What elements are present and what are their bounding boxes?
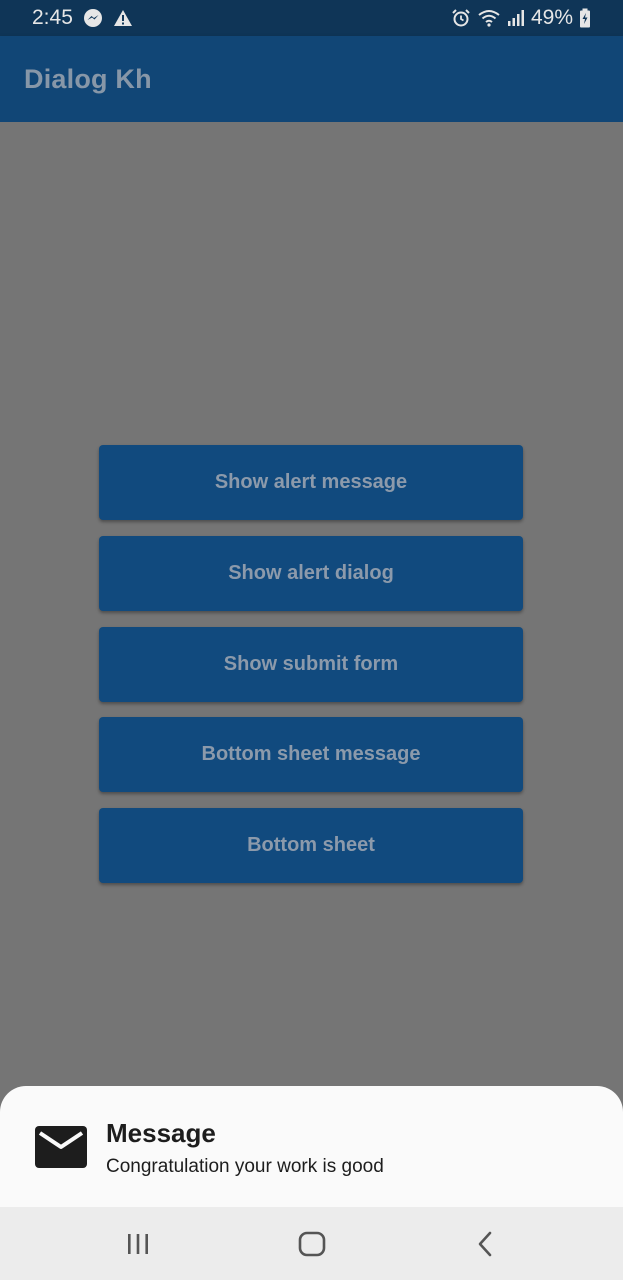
navigation-bar (0, 1207, 623, 1280)
warning-icon (113, 9, 133, 27)
battery-percent: 49% (530, 6, 573, 29)
show-alert-dialog-button[interactable]: Show alert dialog (99, 536, 523, 611)
show-alert-message-button[interactable]: Show alert message (99, 445, 523, 520)
sheet-subtitle: Congratulation your work is good (106, 1156, 384, 1177)
signal-icon (507, 9, 525, 27)
status-left: 2:45 (32, 6, 133, 30)
home-icon[interactable] (292, 1229, 332, 1259)
app-bar: Dialog Kh (0, 36, 623, 122)
bottom-sheet-button[interactable]: Bottom sheet (99, 808, 523, 883)
bottom-sheet-message-button[interactable]: Bottom sheet message (99, 717, 523, 792)
bottom-sheet[interactable]: Message Congratulation your work is good (0, 1086, 623, 1207)
sheet-title: Message (106, 1118, 216, 1148)
status-bar: 2:45 49% (0, 0, 623, 36)
messenger-icon (83, 8, 103, 28)
main-content: Show alert message Show alert dialog Sho… (0, 122, 623, 1086)
battery-charging-icon (579, 8, 591, 28)
app-title: Dialog Kh (24, 63, 152, 94)
status-right: 49% (451, 6, 591, 30)
recent-apps-icon[interactable] (118, 1229, 158, 1259)
mail-icon (35, 1126, 87, 1168)
alarm-icon (451, 8, 471, 28)
wifi-icon (477, 8, 501, 28)
show-submit-form-button[interactable]: Show submit form (99, 627, 523, 702)
status-time: 2:45 (32, 6, 73, 29)
back-icon[interactable] (466, 1229, 506, 1259)
